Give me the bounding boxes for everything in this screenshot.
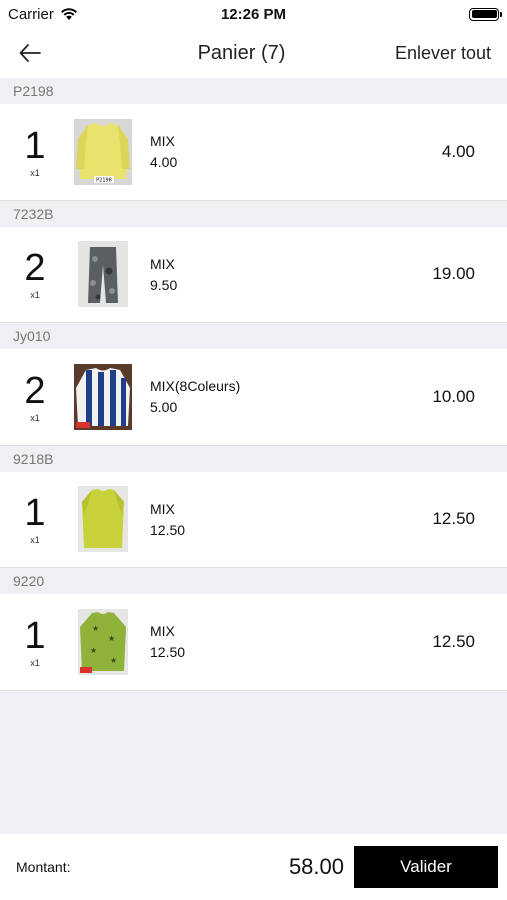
product-info: MIX 9.50 xyxy=(150,256,387,293)
product-name: MIX xyxy=(150,500,175,517)
unit-price: 4.00 xyxy=(150,154,178,171)
quantity-multiplier: x1 xyxy=(30,290,40,301)
product-info: MIX(8Coleurs) 5.00 xyxy=(150,378,387,415)
cart-item[interactable]: 1 x1 P2198 MIX 4.00 4.00 xyxy=(0,104,507,201)
product-name: MIX xyxy=(150,623,175,640)
striped-sweater-image xyxy=(74,363,132,430)
unit-price: 9.50 xyxy=(150,276,178,293)
carrier-label: Carrier xyxy=(8,5,54,23)
wifi-icon xyxy=(60,7,77,20)
section-header: Jy010 xyxy=(0,323,507,349)
quantity: 1 x1 xyxy=(0,616,70,668)
unit-price: 12.50 xyxy=(150,521,186,538)
product-thumbnail xyxy=(74,363,132,430)
section-header: 7232B xyxy=(0,200,507,227)
unit-price: 5.00 xyxy=(150,399,178,416)
back-button[interactable] xyxy=(0,28,60,78)
status-left: Carrier xyxy=(8,6,168,23)
quantity-value: 1 xyxy=(24,124,46,167)
product-thumbnail: ★ ★ ★ ★ xyxy=(74,608,132,675)
status-time: 12:26 PM xyxy=(220,5,287,23)
camo-pants-image xyxy=(78,241,128,308)
svg-text:★: ★ xyxy=(92,624,99,633)
battery-fill xyxy=(471,10,497,18)
cart-item[interactable]: 2 x1 MIX 9.50 19.00 xyxy=(0,226,507,323)
quantity-multiplier: x1 xyxy=(30,412,40,423)
quantity-value: 2 xyxy=(24,247,46,290)
product-info: MIX 4.00 xyxy=(150,133,387,170)
quantity-value: 1 xyxy=(24,492,46,535)
back-arrow-icon xyxy=(19,44,41,62)
section-header: 9218B xyxy=(0,445,507,472)
quantity-multiplier: x1 xyxy=(30,657,40,668)
checkout-bar: Montant: 58.00 Valider xyxy=(0,834,507,900)
quantity-value: 2 xyxy=(24,369,46,412)
section-header: P2198 xyxy=(0,78,507,104)
green-star-dress-image: ★ ★ ★ ★ xyxy=(78,608,128,675)
section-header: 9220 xyxy=(0,568,507,594)
page-title: Panier (7) xyxy=(197,41,286,64)
unit-price: 12.50 xyxy=(150,644,186,661)
quantity-value: 1 xyxy=(24,614,46,657)
status-right xyxy=(339,7,502,21)
quantity: 1 x1 xyxy=(0,493,70,545)
quantity-multiplier: x1 xyxy=(30,167,40,178)
quantity: 2 x1 xyxy=(0,371,70,423)
svg-text:★: ★ xyxy=(110,656,117,665)
svg-text:★: ★ xyxy=(108,634,115,643)
line-total: 19.00 xyxy=(432,264,475,284)
battery-icon xyxy=(469,7,502,21)
lime-dress-image xyxy=(78,486,128,553)
svg-text:★: ★ xyxy=(90,646,97,655)
line-total: 12.50 xyxy=(432,631,475,651)
amount-label: Montant: xyxy=(16,859,71,875)
product-thumbnail: P2198 xyxy=(74,118,132,185)
product-thumbnail xyxy=(74,486,132,553)
cart-item[interactable]: 1 x1 MIX 12.50 12.50 xyxy=(0,471,507,568)
status-bar: Carrier 12:26 PM xyxy=(0,0,507,28)
product-info: MIX 12.50 xyxy=(150,501,387,538)
quantity: 2 x1 xyxy=(0,248,70,300)
remove-all-button[interactable]: Enlever tout xyxy=(387,43,507,64)
cart-list: P2198 1 x1 P2198 MIX 4.00 4.00 7232B 2 x… xyxy=(0,78,507,691)
cart-item[interactable]: 2 x1 MIX(8Coleurs) 5.00 10.00 xyxy=(0,349,507,446)
validate-button[interactable]: Valider xyxy=(354,846,498,888)
product-info: MIX 12.50 xyxy=(150,623,387,660)
line-total: 12.50 xyxy=(432,509,475,529)
yellow-sweater-image: P2198 xyxy=(74,118,132,185)
line-total: 4.00 xyxy=(441,141,475,161)
cart-item[interactable]: 1 x1 ★ ★ ★ ★ MIX 12.50 12.50 xyxy=(0,594,507,691)
quantity: 1 x1 xyxy=(0,126,70,178)
product-name: MIX(8Coleurs) xyxy=(150,378,241,395)
nav-bar: Panier (7) Enlever tout xyxy=(0,28,507,78)
thumb-label: P2198 xyxy=(96,177,112,183)
quantity-multiplier: x1 xyxy=(30,535,40,546)
product-name: MIX xyxy=(150,255,175,272)
amount-value: 58.00 xyxy=(288,854,344,879)
product-name: MIX xyxy=(150,133,175,150)
line-total: 10.00 xyxy=(432,386,475,406)
product-thumbnail xyxy=(74,241,132,308)
